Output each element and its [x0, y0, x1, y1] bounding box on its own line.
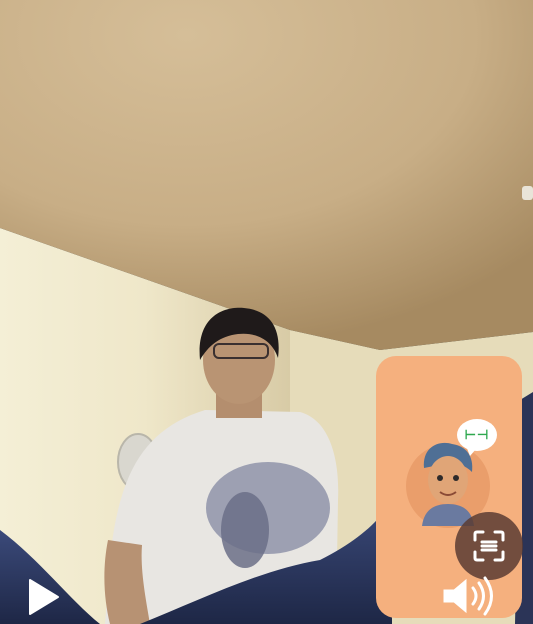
play-icon [29, 579, 59, 615]
shirt-graphic-detail [221, 492, 269, 568]
speaker-button[interactable] [440, 572, 504, 620]
speaker-icon [443, 576, 493, 616]
avatar-eye-right [453, 475, 459, 481]
light-fixture [522, 186, 533, 200]
status-emoji: ⊢⊣ [464, 427, 490, 442]
scan-button[interactable] [455, 512, 523, 580]
avatar-face [428, 456, 468, 504]
play-button[interactable] [18, 574, 64, 620]
avatar-eye-left [437, 475, 443, 481]
scan-icon [473, 530, 505, 562]
